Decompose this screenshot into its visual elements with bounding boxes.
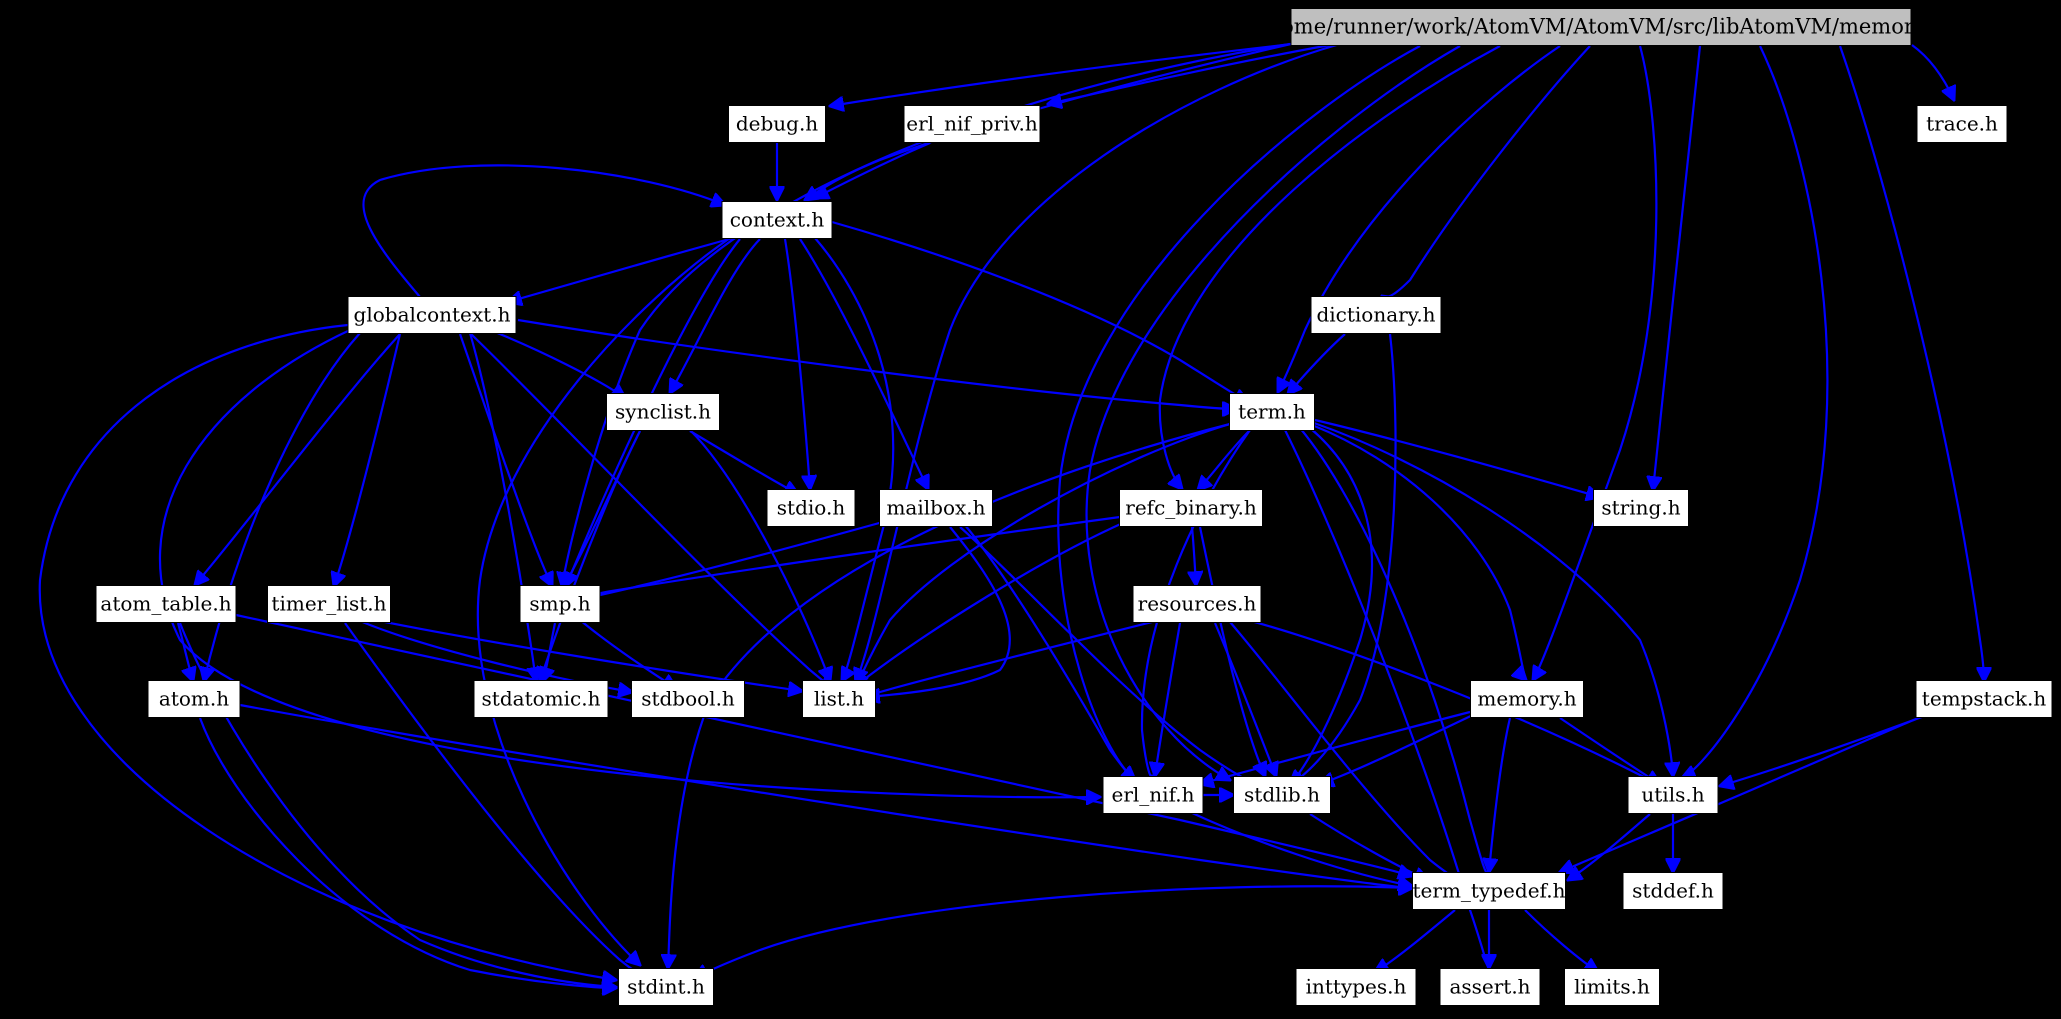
node-tempstack[interactable]: tempstack.h bbox=[1915, 680, 2053, 718]
node-label-term_typedef: term_typedef.h bbox=[1413, 879, 1566, 903]
node-label-smp: smp.h bbox=[529, 592, 590, 616]
node-context[interactable]: context.h bbox=[721, 201, 833, 239]
node-label-globalcontext: globalcontext.h bbox=[354, 303, 511, 327]
node-label-limits: limits.h bbox=[1574, 975, 1650, 999]
node-utils[interactable]: utils.h bbox=[1627, 776, 1719, 814]
node-label-timer_list: timer_list.h bbox=[271, 592, 386, 616]
node-term[interactable]: term.h bbox=[1229, 393, 1315, 431]
node-timer_list[interactable]: timer_list.h bbox=[267, 585, 391, 623]
node-label-inttypes: inttypes.h bbox=[1306, 975, 1407, 999]
node-label-refc_binary: refc_binary.h bbox=[1125, 496, 1257, 520]
node-label-stdbool: stdbool.h bbox=[641, 687, 735, 711]
include-dependency-graph: /home/runner/work/AtomVM/AtomVM/src/libA… bbox=[0, 0, 2061, 1019]
node-resources[interactable]: resources.h bbox=[1132, 585, 1262, 623]
node-mailbox[interactable]: mailbox.h bbox=[879, 489, 993, 527]
node-label-stddef: stddef.h bbox=[1632, 879, 1714, 903]
node-label-memory: memory.h bbox=[1477, 687, 1576, 711]
node-label-stdint: stdint.h bbox=[627, 975, 705, 999]
node-atom[interactable]: atom.h bbox=[147, 680, 241, 718]
node-atom_table[interactable]: atom_table.h bbox=[95, 585, 237, 623]
node-root[interactable]: /home/runner/work/AtomVM/AtomVM/src/libA… bbox=[1261, 8, 1942, 46]
node-refc_binary[interactable]: refc_binary.h bbox=[1119, 489, 1263, 527]
node-label-tempstack: tempstack.h bbox=[1922, 687, 2047, 711]
node-label-utils: utils.h bbox=[1641, 783, 1704, 807]
node-label-erl_nif: erl_nif.h bbox=[1112, 783, 1195, 807]
node-assert[interactable]: assert.h bbox=[1439, 968, 1541, 1006]
node-smp[interactable]: smp.h bbox=[519, 585, 601, 623]
node-stdio[interactable]: stdio.h bbox=[766, 489, 856, 527]
graph-background bbox=[0, 0, 2061, 1019]
node-stdlib[interactable]: stdlib.h bbox=[1233, 776, 1331, 814]
node-stdint[interactable]: stdint.h bbox=[618, 968, 714, 1006]
node-label-mailbox: mailbox.h bbox=[886, 496, 985, 520]
node-label-dictionary: dictionary.h bbox=[1316, 303, 1435, 327]
node-label-string: string.h bbox=[1601, 496, 1680, 520]
node-erl_nif[interactable]: erl_nif.h bbox=[1102, 776, 1204, 814]
node-string[interactable]: string.h bbox=[1593, 489, 1689, 527]
node-limits[interactable]: limits.h bbox=[1564, 968, 1660, 1006]
node-dictionary[interactable]: dictionary.h bbox=[1310, 296, 1442, 334]
node-stdbool[interactable]: stdbool.h bbox=[631, 680, 745, 718]
node-label-resources: resources.h bbox=[1138, 592, 1257, 616]
node-stddef[interactable]: stddef.h bbox=[1622, 872, 1724, 910]
node-inttypes[interactable]: inttypes.h bbox=[1295, 968, 1417, 1006]
node-label-synclist: synclist.h bbox=[615, 400, 711, 424]
node-label-erl_nif_priv: erl_nif_priv.h bbox=[906, 112, 1038, 136]
node-label-term: term.h bbox=[1238, 400, 1306, 424]
node-label-stdio: stdio.h bbox=[777, 496, 846, 520]
node-synclist[interactable]: synclist.h bbox=[606, 393, 720, 431]
node-trace[interactable]: trace.h bbox=[1916, 105, 2008, 143]
node-erl_nif_priv[interactable]: erl_nif_priv.h bbox=[903, 105, 1041, 143]
node-stdatomic[interactable]: stdatomic.h bbox=[473, 680, 609, 718]
node-label-list: list.h bbox=[814, 687, 864, 711]
node-list[interactable]: list.h bbox=[802, 680, 876, 718]
node-label-assert: assert.h bbox=[1449, 975, 1530, 999]
node-label-trace: trace.h bbox=[1926, 112, 1998, 136]
node-globalcontext[interactable]: globalcontext.h bbox=[347, 296, 517, 334]
node-label-debug: debug.h bbox=[736, 112, 818, 136]
node-term_typedef[interactable]: term_typedef.h bbox=[1412, 872, 1566, 910]
node-label-context: context.h bbox=[730, 208, 825, 232]
node-label-root: /home/runner/work/AtomVM/AtomVM/src/libA… bbox=[1261, 15, 1942, 39]
node-label-atom: atom.h bbox=[159, 687, 229, 711]
node-memory[interactable]: memory.h bbox=[1470, 680, 1584, 718]
node-debug[interactable]: debug.h bbox=[728, 105, 826, 143]
node-label-stdlib: stdlib.h bbox=[1244, 783, 1320, 807]
node-label-stdatomic: stdatomic.h bbox=[482, 687, 601, 711]
node-label-atom_table: atom_table.h bbox=[100, 592, 231, 616]
